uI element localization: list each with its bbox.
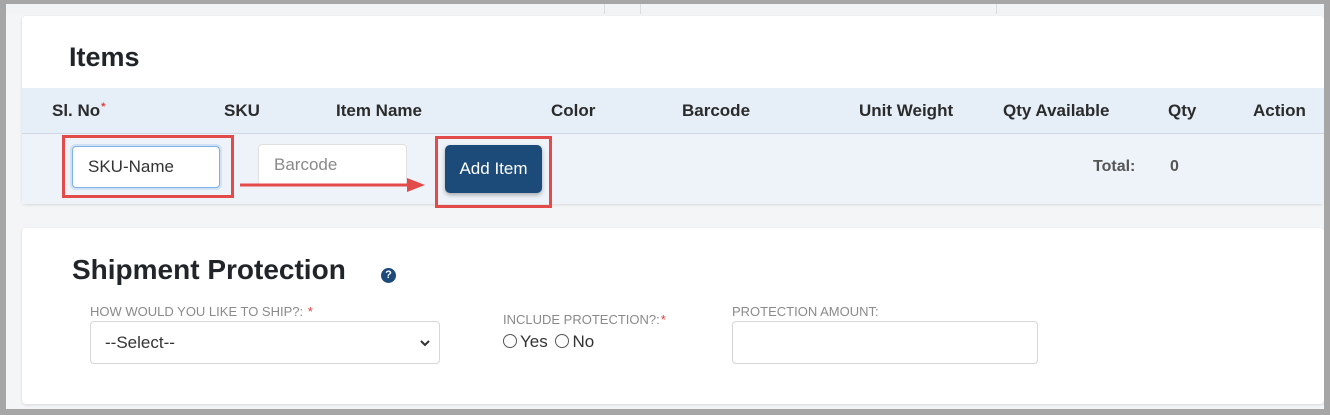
ship-method-selected-value: --Select-- [105, 333, 175, 352]
add-item-highlight [435, 136, 552, 208]
previous-section-strip [6, 4, 1324, 14]
arrow-right-icon [240, 178, 425, 192]
ship-method-select[interactable]: --Select-- [90, 321, 440, 364]
shipment-protection-title: Shipment Protection [72, 254, 346, 285]
column-header-qty: Qty [1168, 101, 1197, 120]
radio-yes[interactable] [503, 334, 517, 348]
items-table-header: Sl. No* SKU Item Name Color Barcode Unit… [22, 88, 1324, 134]
protection-amount-input[interactable] [732, 321, 1038, 364]
chevron-down-icon [420, 340, 430, 347]
radio-yes-label: Yes [520, 332, 548, 351]
total-value: 0 [1170, 158, 1179, 175]
sku-input-highlight [62, 135, 234, 198]
column-header-sl-no: Sl. No* [52, 101, 106, 120]
total-label: Total: [1093, 158, 1136, 175]
column-header-sku: SKU [224, 101, 260, 120]
required-marker: * [101, 101, 106, 113]
ship-method-label: HOW WOULD YOU LIKE TO SHIP?: * [90, 304, 313, 319]
column-header-barcode: Barcode [682, 101, 751, 120]
required-marker: * [307, 304, 313, 319]
required-marker: * [660, 312, 666, 327]
items-title: Items [69, 42, 140, 72]
protection-amount-label: PROTECTION AMOUNT: [732, 304, 879, 319]
column-header-unit-weight: Unit Weight [859, 101, 954, 120]
include-protection-label: INCLUDE PROTECTION?:* [503, 312, 666, 327]
column-header-action: Action [1253, 101, 1306, 120]
question-circle-icon[interactable]: ? [381, 268, 396, 283]
radio-no-label: No [572, 332, 595, 351]
column-header-item-name: Item Name [336, 101, 422, 120]
column-header-qty-available: Qty Available [1003, 101, 1110, 120]
shipment-protection-card: Shipment Protection ? HOW WOULD YOU LIKE… [22, 228, 1324, 404]
include-protection-radio-group: Yes No [503, 332, 597, 352]
column-header-color: Color [551, 101, 596, 120]
radio-no[interactable] [555, 334, 570, 348]
